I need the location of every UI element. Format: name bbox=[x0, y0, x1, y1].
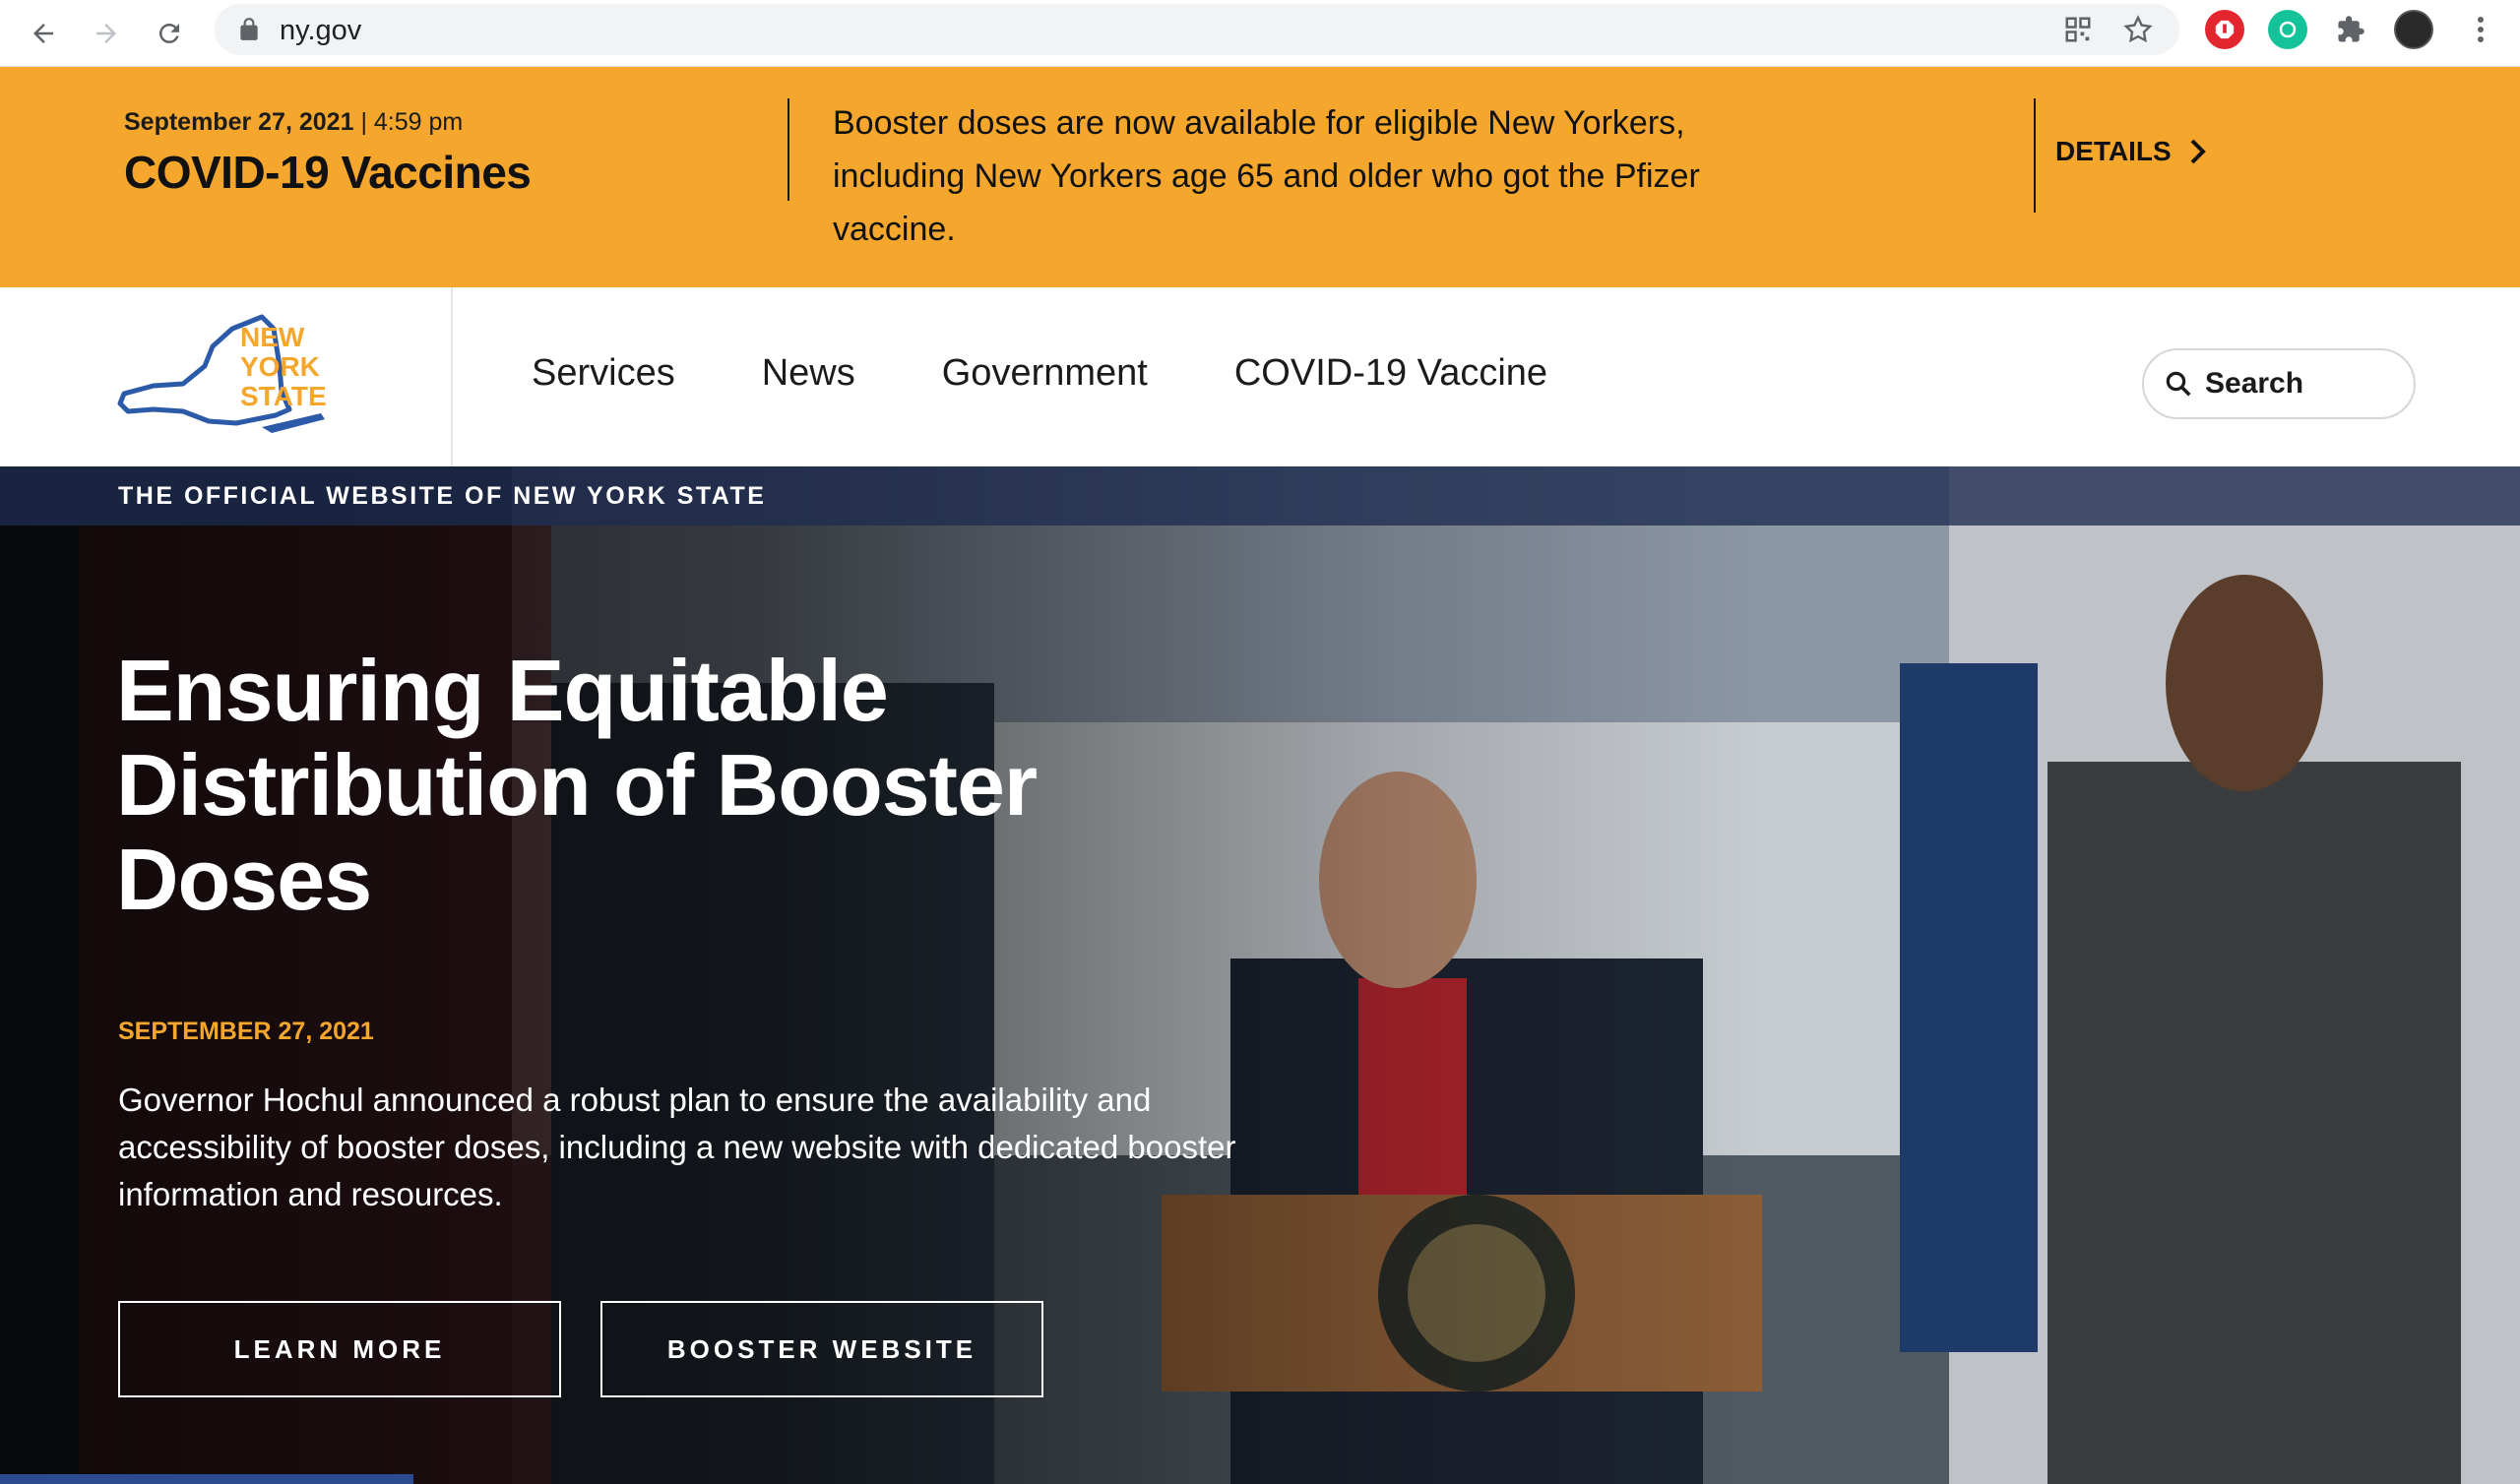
chevron-right-icon bbox=[2190, 139, 2206, 164]
site-header: NEW YORK STATE Services News Government … bbox=[0, 287, 2520, 466]
svg-text:STATE: STATE bbox=[240, 381, 327, 411]
nys-logo[interactable]: NEW YORK STATE bbox=[114, 307, 341, 445]
alert-details-link[interactable]: DETAILS bbox=[2055, 136, 2207, 167]
search-icon bbox=[2166, 371, 2191, 397]
grammarly-extension-icon[interactable] bbox=[2268, 10, 2307, 49]
alert-divider bbox=[788, 98, 789, 201]
url-text: ny.gov bbox=[280, 15, 362, 46]
adblock-extension-icon[interactable] bbox=[2205, 10, 2244, 49]
hero-date: SEPTEMBER 27, 2021 bbox=[118, 1018, 374, 1045]
nav-news[interactable]: News bbox=[762, 352, 855, 395]
nav-covid-vaccine[interactable]: COVID-19 Vaccine bbox=[1234, 352, 1547, 395]
alert-title: COVID-19 Vaccines bbox=[124, 147, 532, 198]
forward-arrow-icon[interactable] bbox=[81, 8, 132, 59]
covid-alert-banner: September 27, 2021 | 4:59 pm COVID-19 Va… bbox=[0, 67, 2520, 287]
booster-website-button[interactable]: BOOSTER WEBSITE bbox=[600, 1301, 1043, 1397]
header-divider bbox=[451, 287, 453, 466]
hero-title: Ensuring Equitable Distribution of Boost… bbox=[116, 642, 1038, 928]
more-options-icon[interactable] bbox=[2461, 10, 2500, 49]
alert-timestamp: September 27, 2021 | 4:59 pm bbox=[124, 108, 464, 136]
back-arrow-icon[interactable] bbox=[18, 8, 69, 59]
address-bar[interactable]: ny.gov bbox=[215, 4, 2179, 55]
nav-services[interactable]: Services bbox=[532, 352, 675, 395]
official-site-bar: THE OFFICIAL WEBSITE OF NEW YORK STATE bbox=[0, 466, 2520, 526]
learn-more-button[interactable]: LEARN MORE bbox=[118, 1301, 561, 1397]
reload-icon[interactable] bbox=[144, 8, 195, 59]
hero-section: THE OFFICIAL WEBSITE OF NEW YORK STATE E… bbox=[0, 466, 2520, 1484]
browser-toolbar: ny.gov bbox=[0, 0, 2520, 67]
hero-description: Governor Hochul announced a robust plan … bbox=[118, 1082, 1236, 1212]
svg-text:YORK: YORK bbox=[240, 351, 320, 382]
bookmark-star-icon[interactable] bbox=[2122, 14, 2154, 45]
extensions-puzzle-icon[interactable] bbox=[2331, 10, 2370, 49]
alert-divider bbox=[2034, 98, 2036, 213]
search-button[interactable]: Search bbox=[2142, 348, 2416, 419]
profile-avatar[interactable] bbox=[2394, 10, 2433, 49]
lock-icon bbox=[240, 18, 258, 40]
nav-government[interactable]: Government bbox=[942, 352, 1148, 395]
qr-code-icon[interactable] bbox=[2063, 15, 2093, 44]
section-accent-strip bbox=[0, 1474, 413, 1484]
alert-message: Booster doses are now available for elig… bbox=[833, 104, 1700, 248]
main-navigation: Services News Government COVID-19 Vaccin… bbox=[532, 352, 1547, 395]
svg-text:NEW: NEW bbox=[240, 322, 305, 352]
